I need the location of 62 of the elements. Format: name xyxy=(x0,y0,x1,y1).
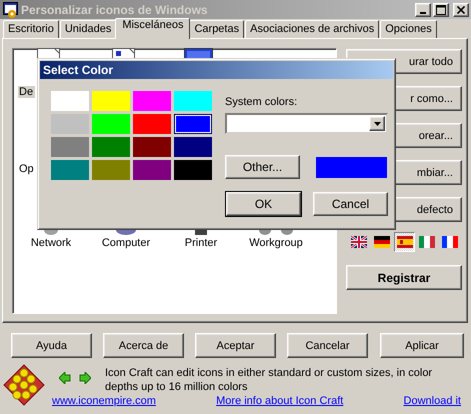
spanish-flag-icon[interactable] xyxy=(394,232,416,252)
forward-arrow-icon[interactable] xyxy=(79,372,91,384)
color-swatch[interactable] xyxy=(51,137,89,157)
list-item-icon xyxy=(44,230,58,235)
tab[interactable]: Opciones xyxy=(380,20,437,38)
maximize-icon xyxy=(436,4,446,14)
icon-label[interactable]: Computer xyxy=(102,237,150,249)
link[interactable]: www.iconempire.com xyxy=(52,395,156,407)
icon-label[interactable]: De xyxy=(18,86,36,98)
dialog-button[interactable]: Ayuda xyxy=(11,333,92,358)
back-arrow-icon[interactable] xyxy=(59,372,71,384)
color-swatch[interactable] xyxy=(51,91,89,111)
system-colors-dropdown[interactable] xyxy=(225,113,388,134)
color-swatch[interactable] xyxy=(133,114,171,134)
ok-button[interactable]: OK xyxy=(226,192,301,216)
dialog-button[interactable]: Cancelar xyxy=(287,333,368,358)
dropdown-arrow-icon xyxy=(374,122,380,126)
minimize-button[interactable] xyxy=(415,2,431,16)
color-swatch[interactable] xyxy=(174,160,212,180)
tab[interactable]: Asociaciones de archivos xyxy=(245,20,380,38)
tab[interactable]: Carpetas xyxy=(189,20,244,38)
color-swatch[interactable] xyxy=(92,114,130,134)
footer-text: Icon Craft can edit icons in either standard or custom sizes, in color depths up to 16 million colors xyxy=(105,366,434,394)
minimize-icon xyxy=(420,12,426,14)
color-swatch[interactable] xyxy=(92,91,130,111)
list-item-icon xyxy=(184,48,214,59)
logo-icon xyxy=(3,364,45,406)
field-label: System colors: xyxy=(225,96,298,110)
link[interactable]: More info about Icon Craft xyxy=(216,395,344,407)
dialog-button[interactable]: Aplicar xyxy=(380,333,464,358)
icon-label[interactable]: Op xyxy=(18,163,36,175)
color-swatch[interactable] xyxy=(174,114,212,134)
close-button[interactable] xyxy=(453,2,469,16)
cancel-button[interactable]: Cancel xyxy=(313,192,388,216)
tab[interactable]: Escritorio xyxy=(3,20,59,38)
color-swatch[interactable] xyxy=(92,137,130,157)
dialog-title: Select Color xyxy=(40,61,393,79)
maximize-button[interactable] xyxy=(433,2,449,16)
close-icon xyxy=(457,6,465,14)
register-button[interactable]: Registrar xyxy=(346,265,462,290)
tab[interactable]: Unidades xyxy=(60,20,116,38)
color-preview xyxy=(316,156,387,178)
color-swatch[interactable] xyxy=(133,160,171,180)
dialog-button[interactable]: Acerca de xyxy=(103,333,184,358)
window-title: Personalizar iconos de Windows xyxy=(21,2,209,16)
icon-label[interactable]: Workgroup xyxy=(249,237,303,249)
icon-label[interactable]: Printer xyxy=(184,237,218,249)
dialog-button[interactable]: Aceptar xyxy=(195,333,276,358)
tab[interactable]: Misceláneos xyxy=(115,18,190,39)
app-icon xyxy=(3,2,19,18)
color-swatch[interactable] xyxy=(133,91,171,111)
link[interactable]: Download it xyxy=(404,395,461,407)
color-swatch[interactable] xyxy=(174,137,212,157)
list-item-icon xyxy=(116,230,136,235)
other-button[interactable]: Other... xyxy=(225,155,300,179)
color-swatch[interactable] xyxy=(174,91,212,111)
list-item-icon xyxy=(195,230,207,235)
list-item-icon xyxy=(259,230,293,235)
color-swatch[interactable] xyxy=(92,160,130,180)
color-swatch[interactable] xyxy=(51,160,89,180)
color-swatch[interactable] xyxy=(133,137,171,157)
icon-label[interactable]: Network xyxy=(30,237,72,249)
